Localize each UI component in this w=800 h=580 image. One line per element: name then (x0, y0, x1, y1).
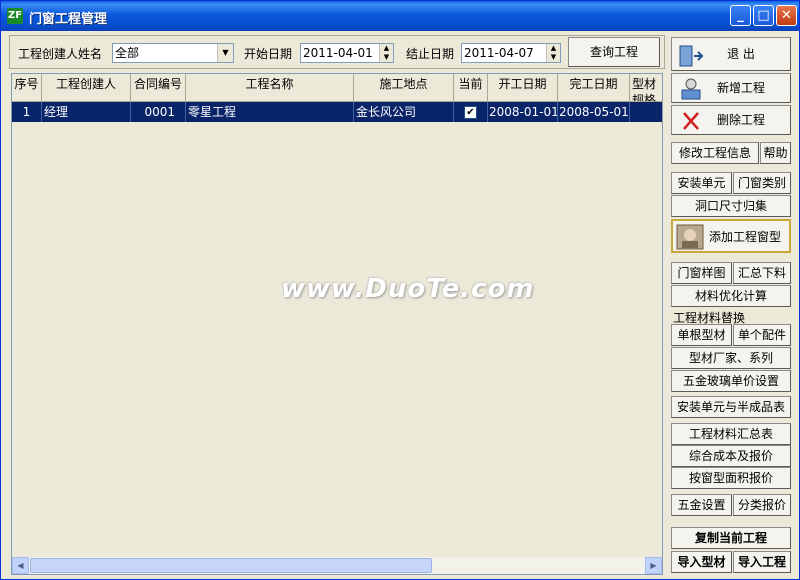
creator-select-value: 全部 (115, 46, 140, 60)
cell-current: ✔ (454, 102, 488, 122)
start-date-value: 2011-04-01 (303, 46, 373, 60)
single-part-button[interactable]: 单个配件 (733, 324, 791, 346)
dropdown-arrow-icon[interactable]: ▼ (217, 44, 233, 62)
project-grid[interactable]: 序号 工程创建人 合同编号 工程名称 施工地点 当前 开工日期 完工日期 型材规… (11, 73, 663, 575)
cost-quote-button[interactable]: 综合成本及报价 (671, 445, 791, 467)
install-unit-button[interactable]: 安装单元 (671, 172, 732, 194)
cell-location: 金长风公司 (354, 102, 454, 122)
current-checkbox[interactable]: ✔ (464, 106, 477, 119)
spin-updown-icon[interactable]: ▲ ▼ (546, 44, 560, 62)
query-button[interactable]: 查询工程 (568, 37, 660, 67)
scroll-right-icon[interactable]: ▶ (645, 557, 662, 574)
app-logo-icon: ZF (7, 8, 23, 24)
end-date-input[interactable]: 2011-04-07 ▲ ▼ (461, 43, 561, 63)
start-date-label: 开始日期 (244, 47, 293, 61)
cell-index: 1 (12, 102, 42, 122)
opening-size-button[interactable]: 洞口尺寸归集 (671, 195, 791, 217)
exit-label: 退 出 (727, 47, 755, 61)
new-project-button[interactable]: 新增工程 (671, 73, 791, 103)
window-category-button[interactable]: 门窗类别 (733, 172, 791, 194)
import-profile-button[interactable]: 导入型材 (671, 551, 732, 573)
summary-cut-button[interactable]: 汇总下料 (733, 262, 791, 284)
exit-door-icon (679, 45, 704, 67)
end-date-label: 结止日期 (406, 47, 455, 61)
window-type-icon (676, 224, 704, 250)
spin-updown-icon[interactable]: ▲ ▼ (379, 44, 393, 62)
table-row[interactable]: 1 经理 0001 零星工程 金长风公司 ✔ 2008-01-01 2008-0… (12, 102, 662, 122)
cell-spec (630, 102, 662, 122)
cell-end-date: 2008-05-01 (558, 102, 630, 122)
scroll-thumb[interactable] (30, 558, 432, 573)
cell-project-name: 零星工程 (186, 102, 354, 122)
profile-vendor-button[interactable]: 型材厂家、系列 (671, 347, 791, 369)
maximize-button[interactable]: □ (753, 5, 774, 26)
col-header[interactable]: 工程名称 (186, 74, 354, 102)
new-project-icon (681, 78, 701, 100)
cell-contract: 0001 (131, 102, 186, 122)
creator-label: 工程创建人姓名 (18, 47, 103, 61)
delete-project-button[interactable]: 删除工程 (671, 105, 791, 135)
watermark: www.DuoTe.com (281, 274, 535, 304)
horizontal-scrollbar[interactable]: ◀ ▶ (12, 557, 662, 574)
copy-project-button[interactable]: 复制当前工程 (671, 527, 791, 549)
cell-creator: 经理 (42, 102, 131, 122)
material-summary-button[interactable]: 工程材料汇总表 (671, 423, 791, 445)
import-project-button[interactable]: 导入工程 (733, 551, 791, 573)
exit-button[interactable]: 退 出 (671, 37, 791, 71)
single-profile-button[interactable]: 单根型材 (671, 324, 732, 346)
hardware-settings-button[interactable]: 五金设置 (671, 494, 732, 516)
main-window: ZF 门窗工程管理 _ □ ✕ 工程创建人姓名 全部 ▼ 开始日期 2011-0… (0, 0, 800, 580)
add-window-type-label: 添加工程窗型 (708, 230, 781, 244)
delete-x-icon (683, 112, 699, 130)
help-button[interactable]: 帮助 (760, 142, 791, 164)
end-date-value: 2011-04-07 (464, 46, 534, 60)
hardware-glass-price-button[interactable]: 五金玻璃单价设置 (671, 370, 791, 392)
col-header[interactable]: 完工日期 (558, 74, 630, 102)
grid-header: 序号 工程创建人 合同编号 工程名称 施工地点 当前 开工日期 完工日期 型材规… (12, 74, 662, 102)
col-header[interactable]: 工程创建人 (42, 74, 131, 102)
col-header[interactable]: 合同编号 (131, 74, 186, 102)
col-header[interactable]: 序号 (12, 74, 42, 102)
cell-start-date: 2008-01-01 (488, 102, 558, 122)
window-title: 门窗工程管理 (29, 12, 108, 27)
col-header[interactable]: 开工日期 (488, 74, 558, 102)
material-optimize-button[interactable]: 材料优化计算 (671, 285, 791, 307)
creator-select[interactable]: 全部 ▼ (112, 43, 234, 63)
start-date-input[interactable]: 2011-04-01 ▲ ▼ (300, 43, 394, 63)
col-header[interactable]: 型材规格(元 (630, 74, 662, 102)
area-quote-button[interactable]: 按窗型面积报价 (671, 467, 791, 489)
edit-info-button[interactable]: 修改工程信息 (671, 142, 759, 164)
window-drawing-button[interactable]: 门窗样图 (671, 262, 732, 284)
delete-project-label: 删除工程 (716, 113, 765, 127)
category-quote-button[interactable]: 分类报价 (733, 494, 791, 516)
filter-toolbar: 工程创建人姓名 全部 ▼ 开始日期 2011-04-01 ▲ ▼ 结止日期 201… (9, 35, 665, 69)
new-project-label: 新增工程 (716, 81, 765, 95)
close-button[interactable]: ✕ (776, 5, 797, 26)
col-header[interactable]: 当前 (454, 74, 488, 102)
title-bar[interactable]: ZF 门窗工程管理 _ □ ✕ (1, 1, 799, 31)
minimize-button[interactable]: _ (730, 5, 751, 26)
unit-semi-table-button[interactable]: 安装单元与半成品表 (671, 396, 791, 418)
add-window-type-button[interactable]: 添加工程窗型 (671, 219, 791, 253)
scroll-left-icon[interactable]: ◀ (12, 557, 29, 574)
col-header[interactable]: 施工地点 (354, 74, 454, 102)
